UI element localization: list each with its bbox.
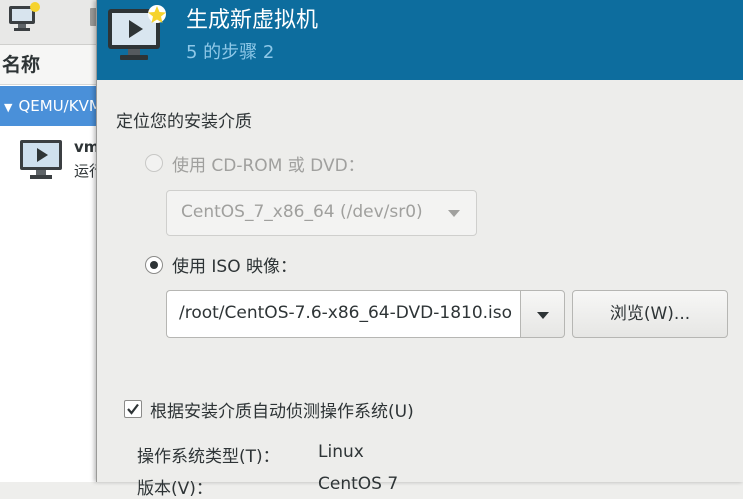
new-vm-dialog: 生成新虚拟机 5 的步骤 2 定位您的安装介质 使用 CD-ROM 或 DVD：… xyxy=(96,0,743,499)
chevron-down-icon xyxy=(537,312,549,319)
iso-path-input[interactable]: /root/CentOS-7.6-x86_64-DVD-1810.iso xyxy=(166,290,520,338)
iso-history-dropdown[interactable] xyxy=(520,290,565,338)
auto-detect-checkbox[interactable] xyxy=(124,400,142,418)
expander-icon[interactable]: ▼ xyxy=(4,88,12,126)
manager-toolbar xyxy=(0,0,100,45)
os-type-value: Linux xyxy=(318,442,364,462)
iso-path-value: /root/CentOS-7.6-x86_64-DVD-1810.iso xyxy=(179,303,513,323)
connection-row[interactable]: ▼ QEMU/KVM xyxy=(0,86,100,126)
cdrom-radio-label[interactable]: 使用 CD-ROM 或 DVD： xyxy=(172,151,365,176)
radio-selected-dot xyxy=(150,261,158,269)
toolbar-button-icon[interactable] xyxy=(78,2,98,34)
checkmark-icon xyxy=(127,403,139,415)
vm-list-item[interactable]: vm 运行 xyxy=(0,130,104,186)
new-vm-icon[interactable] xyxy=(6,2,42,34)
connection-label: QEMU/KVM xyxy=(18,97,100,115)
manager-window: 名称 ▼ QEMU/KVM vm 运行 xyxy=(0,0,104,482)
browse-button[interactable]: 浏览(W)... xyxy=(572,290,728,338)
chevron-down-icon xyxy=(448,210,460,217)
version-value: CentOS 7 xyxy=(318,474,399,494)
version-label: 版本(V)： xyxy=(137,479,213,499)
cdrom-device-value: CentOS_7_x86_64 (/dev/sr0) xyxy=(181,202,423,222)
dialog-title: 生成新虚拟机 xyxy=(186,8,319,33)
column-header-name[interactable]: 名称 xyxy=(0,45,100,85)
new-vm-monitor-icon xyxy=(108,5,166,60)
vm-monitor-icon xyxy=(20,140,62,179)
dialog-header-banner: 生成新虚拟机 5 的步骤 2 xyxy=(97,0,743,80)
section-title: 定位您的安装介质 xyxy=(116,112,252,132)
iso-radio-label[interactable]: 使用 ISO 映像： xyxy=(172,252,297,277)
cdrom-radio[interactable] xyxy=(145,154,163,172)
auto-detect-label[interactable]: 根据安装介质自动侦测操作系统(U) xyxy=(150,397,414,422)
step-indicator: 5 的步骤 2 xyxy=(186,42,275,63)
cdrom-device-select[interactable]: CentOS_7_x86_64 (/dev/sr0) xyxy=(166,190,477,236)
os-type-label: 操作系统类型(T)： xyxy=(137,447,280,467)
iso-radio[interactable] xyxy=(145,256,163,274)
